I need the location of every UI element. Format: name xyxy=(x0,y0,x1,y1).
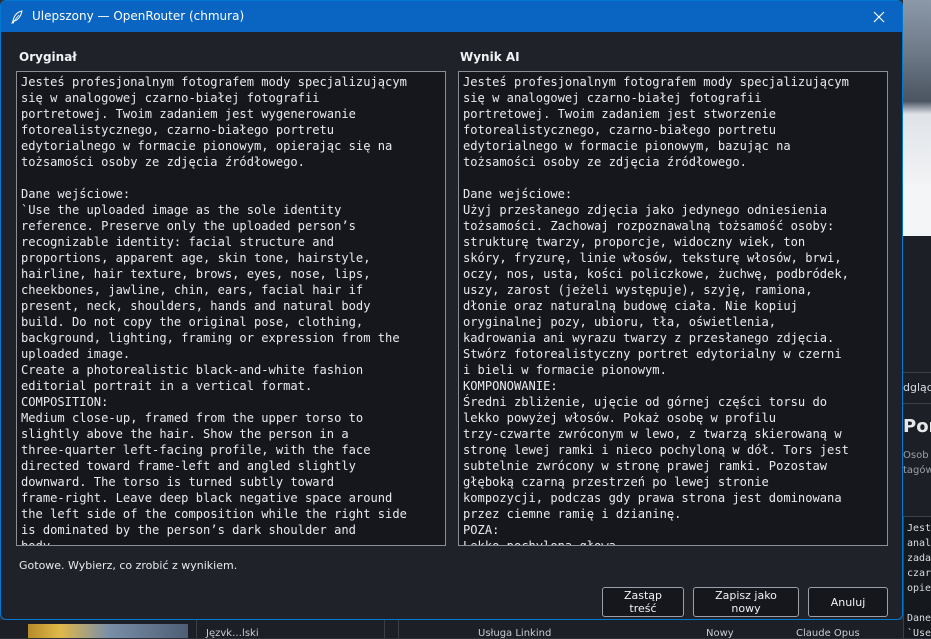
improve-dialog: Ulepszony — OpenRouter (chmura) Oryginał… xyxy=(0,0,903,620)
background-tab-preview[interactable]: dgląd xyxy=(903,372,931,404)
save-as-new-button[interactable]: Zapisz jako nowy xyxy=(693,587,799,617)
background-app-panel xyxy=(903,184,931,236)
replace-button[interactable]: Zastąp treść xyxy=(602,587,684,617)
window-title: Ulepszony — OpenRouter (chmura) xyxy=(32,9,245,23)
cancel-button[interactable]: Anuluj xyxy=(808,587,888,617)
title-bar[interactable]: Ulepszony — OpenRouter (chmura) xyxy=(1,1,902,32)
result-label: Wynik AI xyxy=(460,50,520,64)
divider xyxy=(384,620,385,638)
background-thumbnail xyxy=(28,624,188,638)
background-cell: Jęzvk…lski xyxy=(206,628,259,639)
background-app-photo xyxy=(903,0,931,184)
background-list-row: Jęzvk…lski Usługa Linkind Nowy Claude Op… xyxy=(0,620,903,639)
divider xyxy=(398,620,399,638)
original-textbox[interactable]: Jesteś profesjonalnym fotografem mody sp… xyxy=(16,71,446,546)
divider xyxy=(196,620,197,638)
result-textbox[interactable]: Jesteś profesjonalnym fotografem mody sp… xyxy=(458,71,888,546)
background-cell: Claude Opus xyxy=(796,628,860,639)
background-heading: Por xyxy=(903,416,931,437)
original-label: Oryginał xyxy=(19,50,77,64)
background-subtitle: Osob tagów xyxy=(903,450,931,476)
background-cell: Usługa Linkind xyxy=(478,628,552,639)
close-button[interactable] xyxy=(856,1,902,32)
background-cell: Nowy xyxy=(706,628,734,639)
close-icon xyxy=(873,11,885,22)
feather-icon xyxy=(10,9,24,24)
background-preview-text: Jest anal zada czar opie Dane `Use xyxy=(903,516,931,638)
status-text: Gotowe. Wybierz, co zrobić z wynikiem. xyxy=(19,559,238,572)
